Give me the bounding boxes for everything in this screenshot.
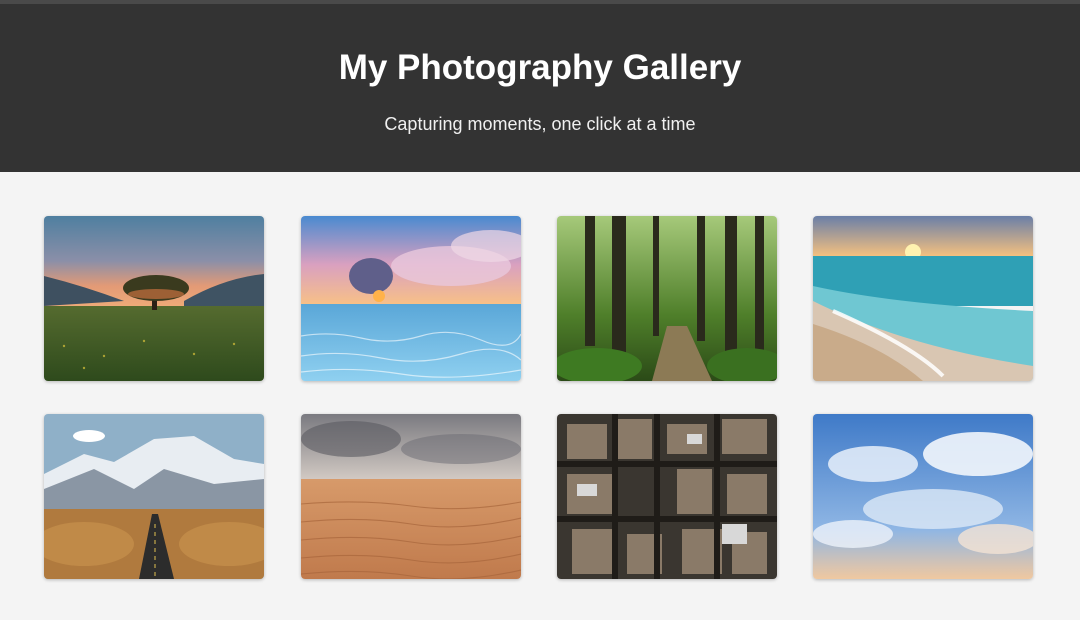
beach-waves-sunrise-image: [813, 216, 1033, 381]
gallery-photo-desert-dunes[interactable]: [301, 414, 521, 579]
ocean-clouds-sunset-image: [301, 216, 521, 381]
page-title: My Photography Gallery: [338, 48, 742, 87]
gallery-photo-snowy-mountain-road[interactable]: [44, 414, 264, 579]
aerial-city-image: [557, 414, 777, 579]
gallery-photo-lone-tree-sunset[interactable]: [44, 216, 264, 381]
desert-dunes-image: [301, 414, 521, 579]
snowy-mountain-road-image: [44, 414, 264, 579]
gallery-photo-ocean-clouds-sunset[interactable]: [301, 216, 521, 381]
forest-path-image: [557, 216, 777, 381]
gallery-photo-aerial-city[interactable]: [557, 414, 777, 579]
gallery-photo-beach-waves-sunrise[interactable]: [813, 216, 1033, 381]
gallery-header: My Photography Gallery Capturing moments…: [0, 4, 1080, 172]
gallery-photo-forest-path[interactable]: [557, 216, 777, 381]
blue-sky-clouds-image: [813, 414, 1033, 579]
page-subtitle: Capturing moments, one click at a time: [384, 114, 696, 134]
gallery-photo-blue-sky-clouds[interactable]: [813, 414, 1033, 579]
lone-tree-sunset-image: [44, 216, 264, 381]
